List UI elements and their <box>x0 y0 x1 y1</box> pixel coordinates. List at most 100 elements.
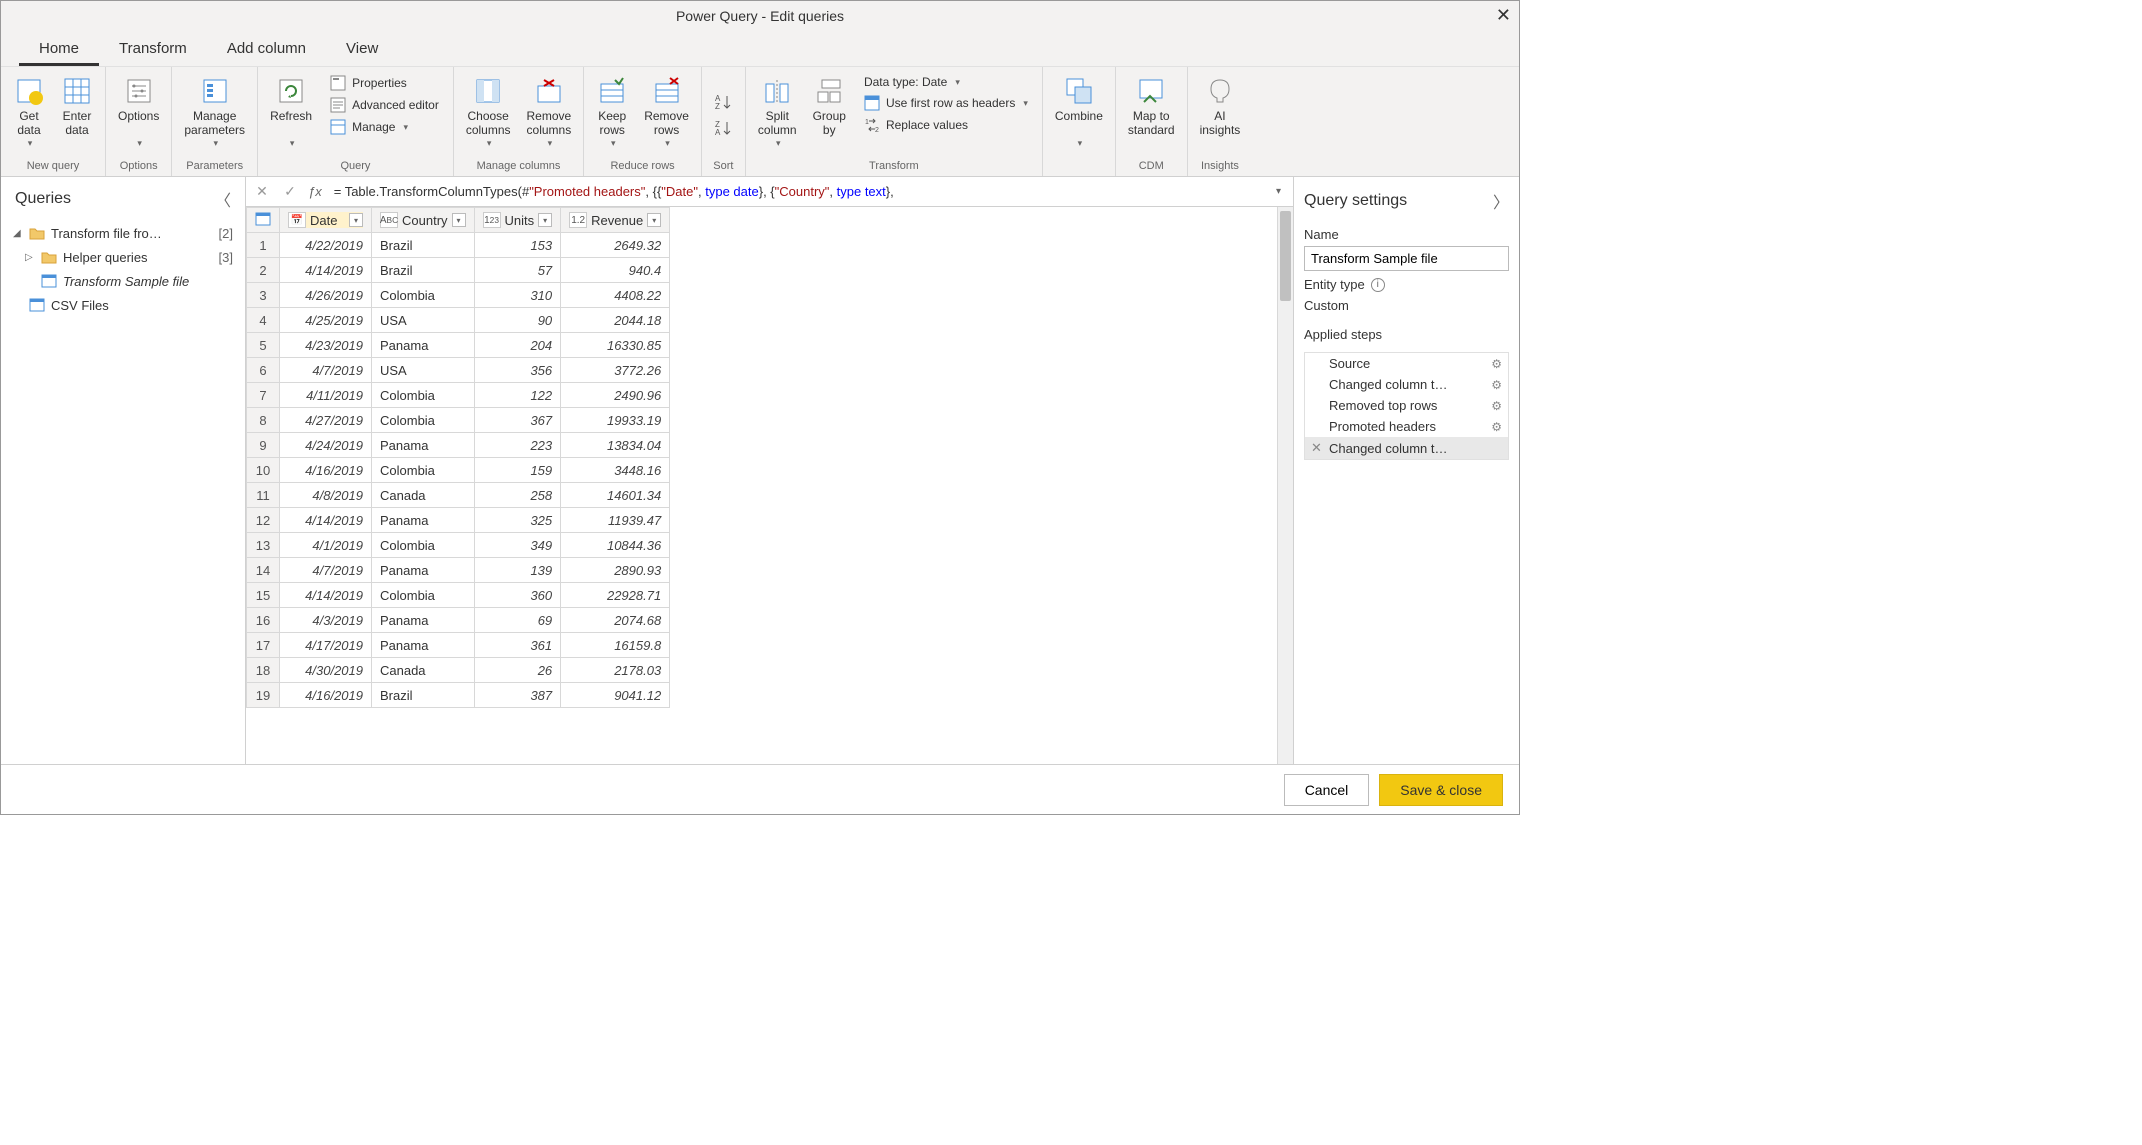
cell[interactable]: 4/27/2019 <box>280 408 372 433</box>
table-row[interactable]: 94/24/2019Panama22313834.04 <box>247 433 670 458</box>
tab-home[interactable]: Home <box>19 32 99 66</box>
refresh-button[interactable]: Refresh▾ <box>264 71 318 153</box>
applied-step[interactable]: Changed column t…⚙ <box>1305 374 1508 395</box>
cell[interactable]: 139 <box>474 558 561 583</box>
cell[interactable]: 4/24/2019 <box>280 433 372 458</box>
cell[interactable]: USA <box>372 358 475 383</box>
row-number[interactable]: 10 <box>247 458 280 483</box>
table-row[interactable]: 144/7/2019Panama1392890.93 <box>247 558 670 583</box>
gear-icon[interactable]: ⚙ <box>1491 399 1502 413</box>
filter-icon[interactable]: ▾ <box>647 213 661 227</box>
column-header[interactable]: ABCCountry▾ <box>372 208 475 233</box>
cell[interactable]: 4/26/2019 <box>280 283 372 308</box>
cell[interactable]: USA <box>372 308 475 333</box>
cell[interactable]: 10844.36 <box>561 533 670 558</box>
cell[interactable]: 16330.85 <box>561 333 670 358</box>
tab-view[interactable]: View <box>326 32 398 66</box>
column-header[interactable]: 1.2Revenue▾ <box>561 208 670 233</box>
row-number[interactable]: 3 <box>247 283 280 308</box>
cell[interactable]: 9041.12 <box>561 683 670 708</box>
cell[interactable]: 26 <box>474 658 561 683</box>
cell[interactable]: 223 <box>474 433 561 458</box>
cell[interactable]: Panama <box>372 558 475 583</box>
cell[interactable]: 122 <box>474 383 561 408</box>
collapse-icon[interactable]: 〈 <box>215 187 231 211</box>
tree-folder[interactable]: ◢Transform file fro…[2] <box>9 221 237 245</box>
table-row[interactable]: 14/22/2019Brazil1532649.32 <box>247 233 670 258</box>
formula-cancel-icon[interactable]: ✕ <box>252 183 272 200</box>
cell[interactable]: Canada <box>372 658 475 683</box>
formula-expand-icon[interactable]: ▾ <box>1270 186 1287 197</box>
row-number[interactable]: 18 <box>247 658 280 683</box>
row-number[interactable]: 19 <box>247 683 280 708</box>
cell[interactable]: 4/23/2019 <box>280 333 372 358</box>
cell[interactable]: 367 <box>474 408 561 433</box>
table-row[interactable]: 124/14/2019Panama32511939.47 <box>247 508 670 533</box>
applied-step[interactable]: Promoted headers⚙ <box>1305 416 1508 437</box>
grid-corner[interactable] <box>247 208 280 233</box>
column-header[interactable]: 123Units▾ <box>474 208 561 233</box>
manage-parameters-button[interactable]: Manage parameters▾ <box>178 71 251 153</box>
formula-input[interactable]: = Table.TransformColumnTypes(#"Promoted … <box>330 182 1262 202</box>
cell[interactable]: Brazil <box>372 258 475 283</box>
cell[interactable]: 360 <box>474 583 561 608</box>
tab-transform[interactable]: Transform <box>99 32 207 66</box>
keep-rows-button[interactable]: Keep rows▾ <box>590 71 634 153</box>
fx-icon[interactable]: ƒx <box>308 184 322 199</box>
cell[interactable]: 4/8/2019 <box>280 483 372 508</box>
query-name-input[interactable] <box>1304 246 1509 271</box>
table-row[interactable]: 174/17/2019Panama36116159.8 <box>247 633 670 658</box>
save-close-button[interactable]: Save & close <box>1379 774 1503 806</box>
row-number[interactable]: 6 <box>247 358 280 383</box>
get-data-button[interactable]: Get data▾ <box>7 71 51 153</box>
cell[interactable]: 4408.22 <box>561 283 670 308</box>
cancel-button[interactable]: Cancel <box>1284 774 1370 806</box>
filter-icon[interactable]: ▾ <box>349 213 363 227</box>
row-number[interactable]: 11 <box>247 483 280 508</box>
row-number[interactable]: 2 <box>247 258 280 283</box>
row-number[interactable]: 4 <box>247 308 280 333</box>
scrollbar-thumb[interactable] <box>1280 211 1291 301</box>
cell[interactable]: 325 <box>474 508 561 533</box>
tree-query[interactable]: CSV Files <box>9 293 237 317</box>
cell[interactable]: Panama <box>372 608 475 633</box>
row-number[interactable]: 9 <box>247 433 280 458</box>
cell[interactable]: 16159.8 <box>561 633 670 658</box>
cell[interactable]: Panama <box>372 333 475 358</box>
cell[interactable]: 4/14/2019 <box>280 508 372 533</box>
cell[interactable]: 153 <box>474 233 561 258</box>
applied-step[interactable]: ✕Changed column t… <box>1305 437 1508 459</box>
map-to-standard-button[interactable]: Map to standard <box>1122 71 1181 142</box>
gear-icon[interactable]: ⚙ <box>1491 357 1502 371</box>
options-button[interactable]: Options▾ <box>112 71 165 153</box>
choose-columns-button[interactable]: Choose columns▾ <box>460 71 517 153</box>
filter-icon[interactable]: ▾ <box>452 213 466 227</box>
filter-icon[interactable]: ▾ <box>538 213 552 227</box>
table-row[interactable]: 44/25/2019USA902044.18 <box>247 308 670 333</box>
cell[interactable]: Colombia <box>372 458 475 483</box>
cell[interactable]: 3772.26 <box>561 358 670 383</box>
cell[interactable]: 2649.32 <box>561 233 670 258</box>
sort-asc-button[interactable]: AZ <box>713 92 733 112</box>
cell[interactable]: 159 <box>474 458 561 483</box>
replace-values-button[interactable]: 12 Replace values <box>860 115 1032 135</box>
delete-step-icon[interactable]: ✕ <box>1311 440 1323 456</box>
cell[interactable]: 4/22/2019 <box>280 233 372 258</box>
cell[interactable]: 356 <box>474 358 561 383</box>
tree-folder[interactable]: ▷Helper queries[3] <box>9 245 237 269</box>
table-row[interactable]: 134/1/2019Colombia34910844.36 <box>247 533 670 558</box>
table-row[interactable]: 74/11/2019Colombia1222490.96 <box>247 383 670 408</box>
table-row[interactable]: 114/8/2019Canada25814601.34 <box>247 483 670 508</box>
cell[interactable]: Colombia <box>372 408 475 433</box>
remove-columns-button[interactable]: Remove columns▾ <box>521 71 578 153</box>
cell[interactable]: 361 <box>474 633 561 658</box>
type-icon[interactable]: 📅 <box>288 212 306 228</box>
type-icon[interactable]: 1.2 <box>569 212 587 228</box>
data-grid[interactable]: 📅Date▾ABCCountry▾123Units▾1.2Revenue▾14/… <box>246 207 670 708</box>
table-row[interactable]: 64/7/2019USA3563772.26 <box>247 358 670 383</box>
table-row[interactable]: 184/30/2019Canada262178.03 <box>247 658 670 683</box>
group-by-button[interactable]: Group by <box>807 71 852 142</box>
table-row[interactable]: 104/16/2019Colombia1593448.16 <box>247 458 670 483</box>
row-number[interactable]: 16 <box>247 608 280 633</box>
cell[interactable]: 4/3/2019 <box>280 608 372 633</box>
